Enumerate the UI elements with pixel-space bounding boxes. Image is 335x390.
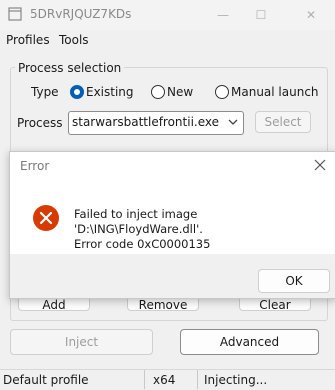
status-profile: Default profile [3,373,89,387]
ok-button[interactable]: OK [258,269,330,293]
radio-manual-launch[interactable] [215,85,229,99]
error-icon [33,205,59,231]
title-bar: 5DRvRJQUZ7KDs — ☐ ✕ [0,0,335,30]
inject-button[interactable]: Inject [10,329,153,355]
menu-profiles[interactable]: Profiles [6,33,50,47]
process-dropdown-value: starwarsbattlefrontii.exe (14916 [72,115,222,129]
advanced-button[interactable]: Advanced [180,329,319,355]
status-state: Injecting... [204,373,268,387]
process-selection-title: Process selection [15,61,125,75]
process-dropdown[interactable]: starwarsbattlefrontii.exe (14916 [68,111,244,135]
status-arch: x64 [153,373,176,387]
menu-bar [0,30,335,50]
radio-manual-launch-label[interactable]: Manual launch [231,85,319,99]
error-dialog: Error Failed to inject image 'D:\ING\Flo… [9,151,335,299]
type-label: Type [31,85,59,99]
radio-new-label[interactable]: New [167,85,193,99]
radio-existing-label[interactable]: Existing [86,85,134,99]
close-button[interactable]: ✕ [296,3,326,27]
minimize-button[interactable]: — [208,3,238,27]
menu-tools[interactable]: Tools [59,33,89,47]
error-message-line1: Failed to inject image 'D:\ING\FloydWare… [74,207,203,236]
chevron-down-icon [228,119,238,125]
error-message: Failed to inject image 'D:\ING\FloydWare… [74,207,329,252]
maximize-button[interactable]: ☐ [246,3,276,27]
app-icon [8,7,22,21]
process-label: Process [17,116,63,130]
radio-new[interactable] [151,85,165,99]
radio-existing[interactable] [70,85,84,99]
window-title: 5DRvRJQUZ7KDs [30,7,132,21]
dialog-title-bar: Error [10,152,335,180]
close-icon[interactable] [313,158,327,172]
error-message-line2: Error code 0xC0000135 [74,237,211,251]
select-button[interactable]: Select [255,111,311,133]
status-divider [144,370,145,389]
status-divider [197,370,198,389]
dialog-title: Error [20,159,50,173]
